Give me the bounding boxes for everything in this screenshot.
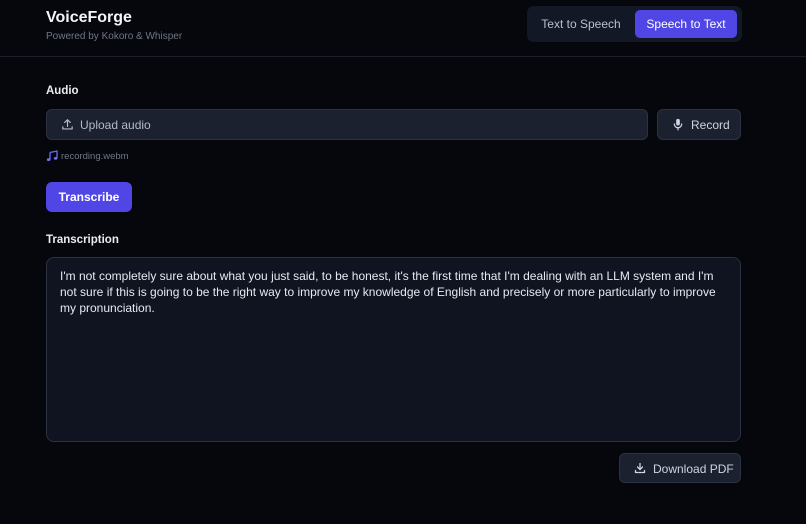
download-icon: [634, 462, 646, 474]
transcription-section-label: Transcription: [46, 234, 119, 246]
upload-audio-label: Upload audio: [80, 118, 151, 132]
record-label: Record: [691, 118, 730, 132]
app-subtitle: Powered by Kokoro & Whisper: [46, 31, 183, 42]
file-name: recording.webm: [61, 151, 129, 162]
mic-icon: [673, 118, 683, 131]
download-pdf-button[interactable]: Download PDF: [619, 453, 741, 483]
app-header: VoiceForge Powered by Kokoro & Whisper T…: [0, 0, 806, 57]
upload-icon: [62, 119, 73, 130]
music-note-icon: [46, 150, 58, 161]
audio-section-label: Audio: [46, 85, 79, 97]
record-button[interactable]: Record: [657, 109, 741, 140]
transcribe-button[interactable]: Transcribe: [46, 182, 132, 212]
tab-text-to-speech[interactable]: Text to Speech: [535, 10, 627, 38]
tab-speech-to-text[interactable]: Speech to Text: [635, 10, 737, 38]
app-title: VoiceForge: [46, 9, 132, 26]
transcription-textarea[interactable]: I'm not completely sure about what you j…: [46, 257, 741, 442]
upload-audio-button[interactable]: Upload audio: [46, 109, 648, 140]
mode-toggle: Text to Speech Speech to Text: [527, 6, 742, 42]
download-pdf-label: Download PDF: [653, 462, 734, 476]
